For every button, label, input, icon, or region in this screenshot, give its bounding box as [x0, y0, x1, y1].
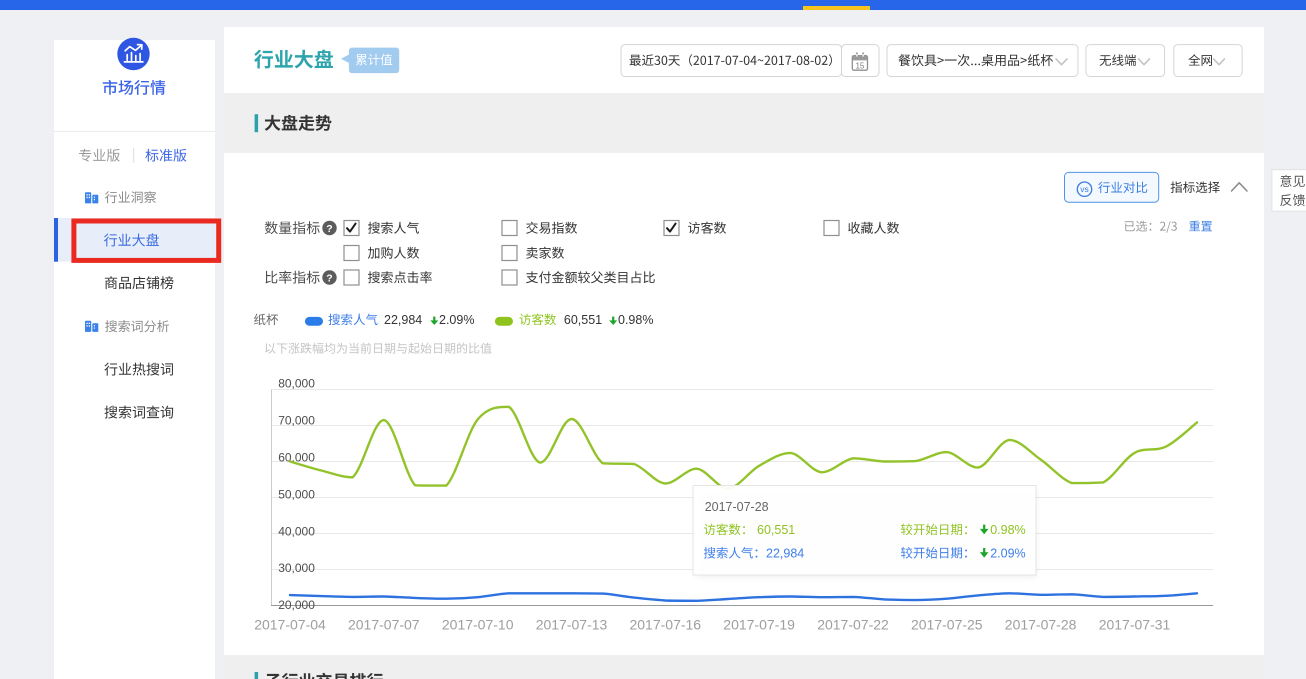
svg-text:2017-07-07: 2017-07-07 [348, 616, 420, 632]
svg-text:2017-07-31: 2017-07-31 [1099, 616, 1171, 632]
svg-text:2017-07-16: 2017-07-16 [629, 616, 701, 632]
svg-text:0.98%: 0.98% [990, 523, 1025, 537]
svg-text:2017-07-13: 2017-07-13 [536, 616, 608, 632]
svg-text:2017-07-28: 2017-07-28 [1005, 616, 1077, 632]
svg-text:60,551: 60,551 [757, 523, 795, 537]
svg-text:0.98%: 0.98% [618, 313, 653, 327]
svg-text:70,000: 70,000 [278, 414, 315, 428]
svg-text:80,000: 80,000 [278, 377, 315, 391]
svg-text:50,000: 50,000 [278, 487, 315, 501]
svg-text:2017-07-04: 2017-07-04 [254, 616, 326, 632]
svg-text:2017-07-22: 2017-07-22 [817, 616, 889, 632]
svg-text:30,000: 30,000 [278, 561, 315, 575]
svg-text:22,984: 22,984 [384, 313, 422, 327]
svg-text:60,551: 60,551 [564, 313, 602, 327]
svg-text:15: 15 [855, 61, 864, 70]
svg-text:2.09%: 2.09% [990, 546, 1025, 560]
svg-text:40,000: 40,000 [278, 524, 315, 538]
svg-text:2017-07-19: 2017-07-19 [723, 616, 795, 632]
svg-text:2017-07-25: 2017-07-25 [911, 616, 983, 632]
svg-text:22,984: 22,984 [766, 546, 804, 560]
svg-text:2.09%: 2.09% [439, 313, 474, 327]
svg-text:?: ? [326, 273, 332, 285]
svg-text:2017-07-10: 2017-07-10 [442, 616, 514, 632]
svg-text:20,000: 20,000 [278, 598, 315, 612]
svg-text:?: ? [326, 223, 332, 235]
svg-text:vs: vs [1080, 184, 1089, 194]
svg-text:2017-07-28: 2017-07-28 [705, 500, 769, 514]
